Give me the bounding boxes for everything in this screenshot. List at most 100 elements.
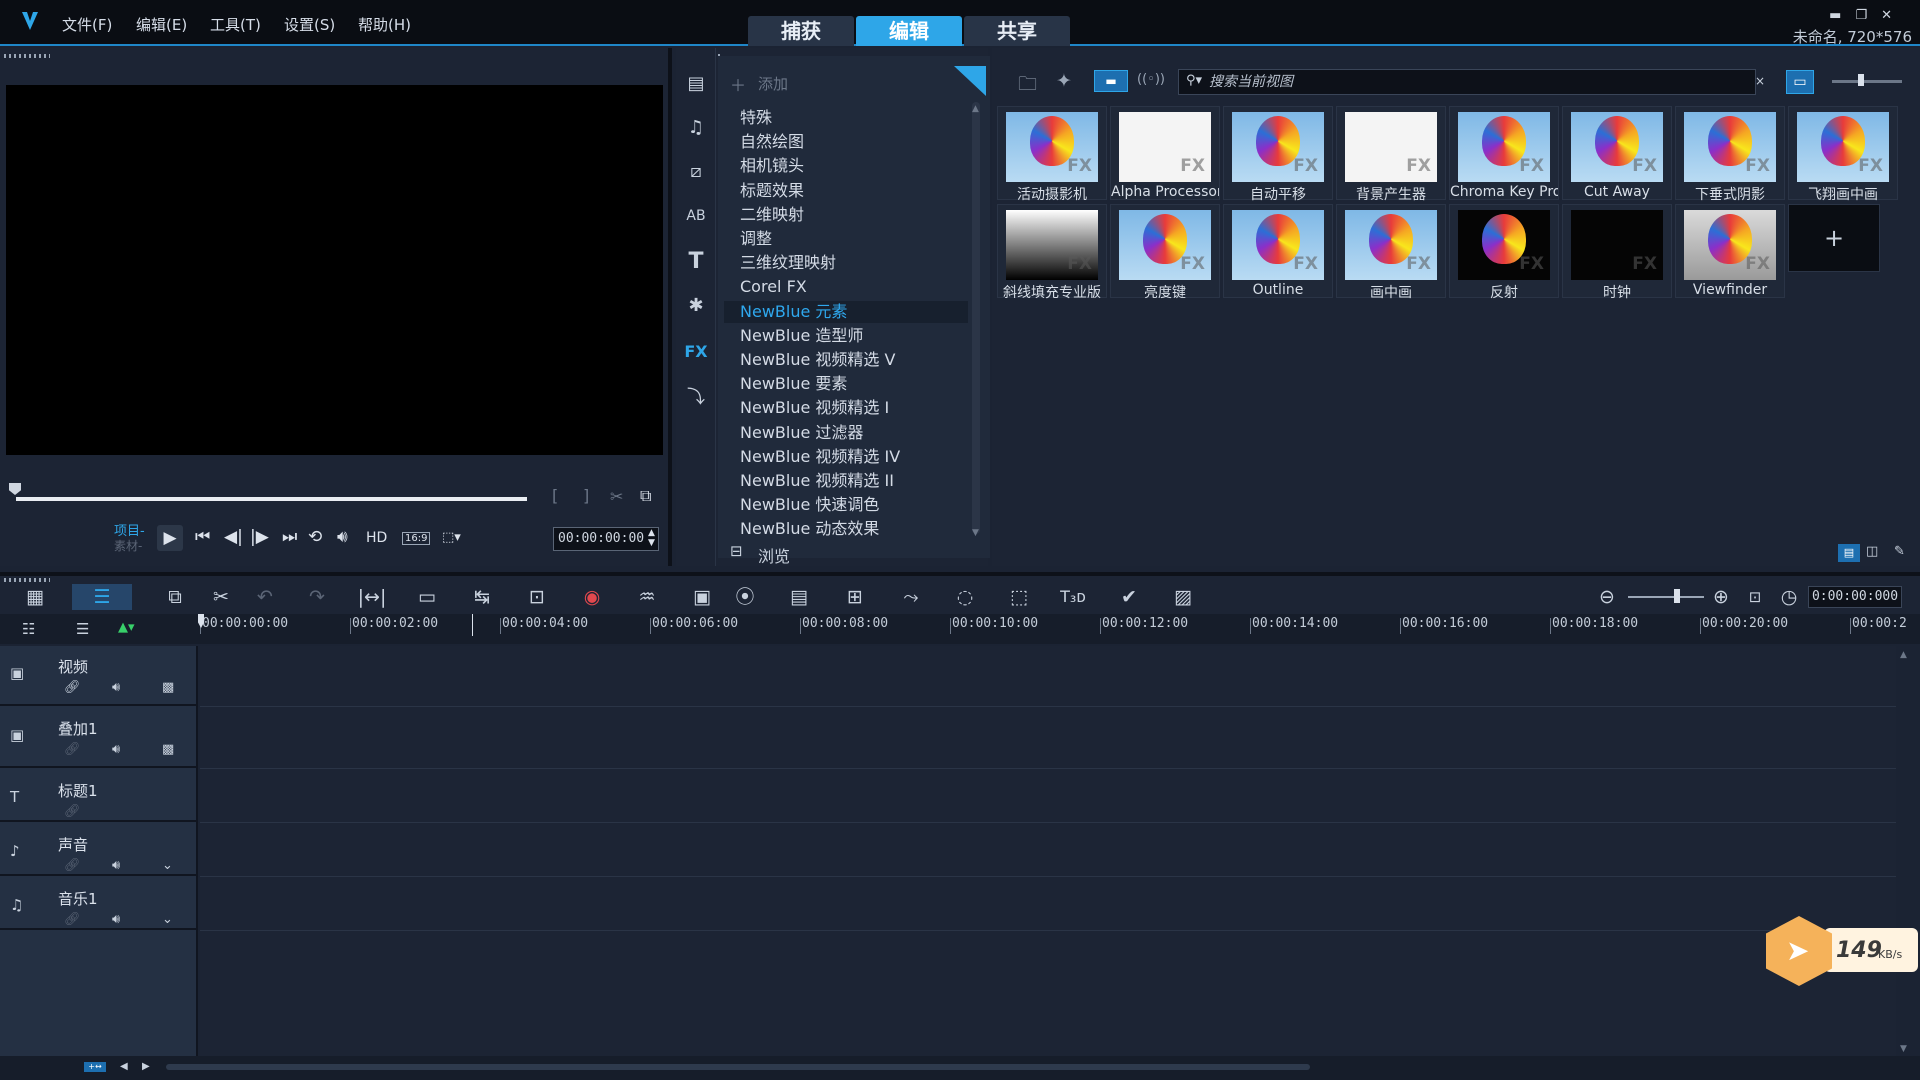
trim-icon[interactable]: ↹ bbox=[467, 584, 497, 610]
split-clip-icon[interactable]: ✂ bbox=[610, 487, 623, 506]
add-effect-icon[interactable]: ✦ bbox=[1056, 70, 1072, 92]
effect-thumbnail[interactable]: FX 斜线填充专业版 bbox=[997, 204, 1107, 301]
zoom-handle[interactable] bbox=[1674, 589, 1680, 603]
path-icon[interactable]: ⤵ bbox=[681, 384, 711, 412]
split-view-icon[interactable]: ◫ bbox=[1866, 544, 1878, 559]
video-filter-toggle[interactable]: ▬ bbox=[1094, 70, 1128, 92]
storyboard-view-icon[interactable]: ▦ bbox=[20, 584, 50, 610]
scroll-up-icon[interactable]: ▲ bbox=[972, 104, 979, 114]
zoom-out-icon[interactable]: ⊖ bbox=[1592, 584, 1622, 610]
category-scrollbar[interactable] bbox=[972, 102, 980, 534]
timeline-view-icon[interactable]: ☰ bbox=[72, 584, 132, 610]
category-item[interactable]: NewBlue 视频精选 IV bbox=[740, 446, 900, 468]
scroll-down-icon[interactable]: ▼ bbox=[1900, 1044, 1907, 1054]
options-icon[interactable]: ✎ bbox=[1894, 544, 1905, 559]
hd-toggle[interactable]: HD bbox=[366, 530, 387, 546]
track-grid-icon[interactable]: ▩ bbox=[162, 742, 174, 757]
effect-thumbnail[interactable]: FX 时钟 bbox=[1562, 204, 1672, 301]
motion-tracking-icon[interactable]: ⤳ bbox=[896, 584, 926, 610]
track-manager-icon[interactable]: ☷ bbox=[22, 620, 35, 638]
minimize-icon[interactable]: ▬ bbox=[1829, 8, 1855, 23]
category-item[interactable]: NewBlue 过滤器 bbox=[740, 422, 863, 444]
zoom-in-icon[interactable]: ⊕ bbox=[1706, 584, 1736, 610]
motion-icon[interactable]: ⊡ bbox=[522, 584, 552, 610]
expand-chevron-icon[interactable]: ⌄ bbox=[162, 858, 173, 873]
category-item[interactable]: NewBlue 动态效果 bbox=[740, 518, 879, 540]
library-view-icon[interactable]: ▤ bbox=[1838, 544, 1860, 562]
audio-ducking-icon[interactable]: ♒ bbox=[632, 584, 662, 610]
link-icon[interactable]: 🔗︎ bbox=[64, 804, 81, 819]
add-icon[interactable]: ＋ bbox=[730, 72, 746, 96]
add-effect-tile[interactable]: + bbox=[1788, 204, 1880, 272]
fit-to-window-icon[interactable]: |↔| bbox=[357, 584, 387, 610]
category-item[interactable]: NewBlue 视频精选 II bbox=[740, 470, 894, 492]
effect-thumbnail[interactable]: FX Viewfinder bbox=[1675, 204, 1785, 298]
thumbnail-size-slider[interactable] bbox=[1832, 80, 1902, 83]
category-item[interactable]: 二维映射 bbox=[740, 204, 804, 226]
chapter-icon[interactable]: ☰ bbox=[76, 620, 89, 638]
tools-icon[interactable]: ✂ bbox=[206, 584, 236, 610]
category-item[interactable]: 特殊 bbox=[740, 107, 772, 129]
scroll-right-icon[interactable]: ▶ bbox=[142, 1061, 150, 1072]
category-item[interactable]: 相机镜头 bbox=[740, 155, 804, 177]
previous-frame-icon[interactable]: ◀| bbox=[224, 527, 243, 547]
color-correction-icon[interactable]: ◉ bbox=[577, 584, 607, 610]
tab-share[interactable]: 共享 bbox=[964, 16, 1070, 46]
category-item[interactable]: NewBlue 快速调色 bbox=[740, 494, 879, 516]
category-item[interactable]: NewBlue 视频精选 V bbox=[740, 349, 895, 371]
link-icon[interactable]: 🔗︎ bbox=[64, 742, 81, 757]
timeline-timecode[interactable]: 0:00:00:000 bbox=[1808, 586, 1902, 608]
category-item[interactable]: NewBlue 要素 bbox=[740, 373, 847, 395]
title-icon[interactable]: AB bbox=[681, 202, 711, 230]
record-screen-icon[interactable]: ▭ bbox=[412, 584, 442, 610]
media-icon[interactable]: ▤ bbox=[681, 70, 711, 98]
clock-icon[interactable]: ◷ bbox=[1774, 584, 1804, 610]
text-icon[interactable]: T bbox=[681, 248, 711, 276]
link-icon[interactable]: 🔗︎ bbox=[64, 858, 81, 873]
transition-icon[interactable]: ⧄ bbox=[681, 158, 711, 186]
effect-thumbnail[interactable]: FX 活动摄影机 bbox=[997, 106, 1107, 203]
thumbnail-size-handle[interactable] bbox=[1858, 74, 1864, 86]
scroll-up-icon[interactable]: ▲ bbox=[1900, 650, 1907, 660]
go-to-start-icon[interactable]: ⏮ bbox=[195, 527, 210, 547]
panel-grip[interactable] bbox=[4, 578, 50, 582]
tab-edit[interactable]: 编辑 bbox=[856, 16, 962, 46]
track-volume-icon[interactable]: 🔊︎ bbox=[112, 858, 120, 873]
aspect-ratio-button[interactable]: 16:9 bbox=[402, 532, 431, 545]
panel-grip[interactable] bbox=[4, 54, 50, 58]
zoom-track-icon[interactable]: +↔ bbox=[84, 1062, 106, 1072]
audio-filter-toggle[interactable]: ((◦)) bbox=[1134, 70, 1168, 92]
add-track-icon[interactable]: ⧉ bbox=[160, 584, 190, 610]
blend-icon[interactable]: ⦿ bbox=[730, 584, 760, 610]
add-category-button[interactable]: 添加 bbox=[758, 73, 788, 94]
track-volume-icon[interactable]: 🔊︎ bbox=[112, 742, 120, 757]
effect-thumbnail[interactable]: FX Outline bbox=[1223, 204, 1333, 298]
scrub-bar[interactable] bbox=[16, 497, 527, 501]
instant-project-icon[interactable]: ♫ bbox=[681, 114, 711, 142]
effect-thumbnail[interactable]: FX 画中画 bbox=[1336, 204, 1446, 301]
storyboard-icon[interactable]: ▨ bbox=[1168, 584, 1198, 610]
link-icon[interactable]: 🔗︎ bbox=[64, 912, 81, 927]
split-screen-icon[interactable]: ⊞ bbox=[840, 584, 870, 610]
folder-icon[interactable]: 🗀︎ bbox=[1018, 70, 1037, 102]
play-icon[interactable]: ▶ bbox=[157, 525, 183, 551]
pan-zoom-icon[interactable]: ⬚ bbox=[1004, 584, 1034, 610]
category-item[interactable]: 三维纹理映射 bbox=[740, 252, 836, 274]
track-volume-icon[interactable]: 🔊︎ bbox=[112, 912, 120, 927]
category-item[interactable]: NewBlue 造型师 bbox=[740, 325, 863, 347]
repeat-icon[interactable]: ⟲ bbox=[308, 527, 322, 547]
effect-thumbnail[interactable]: FX Alpha Processor bbox=[1110, 106, 1220, 200]
preview-timecode[interactable]: 00:00:00:00 bbox=[553, 527, 659, 551]
category-item[interactable]: 标题效果 bbox=[740, 180, 804, 202]
multi-camera-icon[interactable]: ▣ bbox=[687, 584, 717, 610]
view-mode-icon[interactable]: ▭ bbox=[1786, 70, 1814, 94]
add-marker-icon[interactable]: ▲▾ bbox=[118, 620, 135, 635]
mask-icon[interactable]: ◌ bbox=[950, 584, 980, 610]
close-icon[interactable]: ✕ bbox=[1881, 8, 1906, 23]
fit-project-icon[interactable]: ⊡ bbox=[1740, 584, 1770, 610]
clear-search-icon[interactable]: × bbox=[1755, 74, 1765, 88]
redo-icon[interactable]: ↷ bbox=[302, 584, 332, 610]
scroll-down-icon[interactable]: ▼ bbox=[972, 528, 979, 538]
search-input[interactable]: 搜索当前视图 bbox=[1178, 69, 1756, 95]
vertical-scrollbar[interactable] bbox=[1896, 646, 1910, 1056]
